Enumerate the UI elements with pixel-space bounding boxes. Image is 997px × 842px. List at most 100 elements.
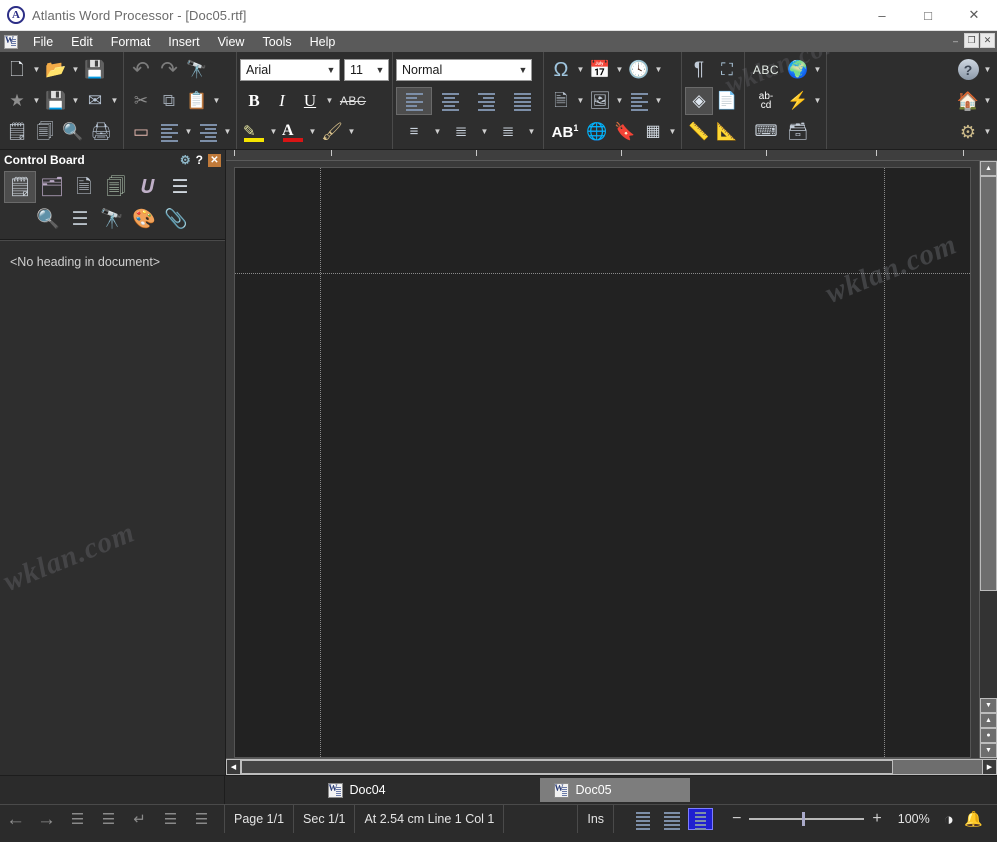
align-right-button[interactable] [468,87,504,115]
italic-button[interactable]: I [268,87,296,115]
redo-button[interactable]: ↷ [155,56,183,84]
page-view-button[interactable] [688,808,713,830]
tab-doc04[interactable]: Doc04 [314,778,464,802]
eraser-button[interactable]: ▭ [127,118,155,146]
mdi-minimize-button[interactable]: – [948,33,963,48]
minimize-button[interactable]: – [859,0,905,30]
web-view-button[interactable] [659,808,684,830]
insert-page-break-button[interactable]: 🗎 [547,87,575,115]
insert-hyperlink-button[interactable]: 🌐 [583,118,611,146]
status-position[interactable]: At 2.54 cm Line 1 Col 1 [355,805,504,833]
insert-picture-button[interactable]: 🖼 [586,87,614,115]
save-button[interactable]: 💾 [81,56,109,84]
keyboard-button[interactable]: ⌨ [748,118,784,146]
options-dropdown[interactable]: ▼ [982,118,993,146]
menu-file[interactable]: File [24,33,62,51]
clear-formatting-button[interactable] [194,118,222,146]
numbered-list-dropdown[interactable]: ▼ [479,118,490,146]
save-as-button[interactable]: 💾 [42,87,70,115]
word-count-button[interactable]: 🗃 [784,118,812,146]
numbered-list-button[interactable]: ≣ [443,118,479,146]
insert-table-dropdown[interactable]: ▼ [667,118,678,146]
status-insert-mode[interactable]: Ins [578,805,614,833]
format-brush-button[interactable]: 🖌 [318,118,346,146]
scroll-right-button[interactable]: ▶ [982,759,997,775]
home-page-dropdown[interactable]: ▼ [982,87,993,115]
bold-button[interactable]: B [240,87,268,115]
cb-lines-button[interactable]: ☰ [64,203,96,235]
help-icon[interactable]: ? [196,153,203,167]
horizontal-scrollbar[interactable]: ◀ ▶ [226,758,997,775]
vertical-scrollbar[interactable]: ▲ ▼ ▲ ● ▼ [979,161,997,758]
insert-symbol-dropdown[interactable]: ▼ [575,56,586,84]
scroll-down-button[interactable]: ▼ [980,698,997,713]
paste-dropdown[interactable]: ▼ [211,87,222,115]
menu-insert[interactable]: Insert [159,33,208,51]
power-type-button[interactable]: ⚡ [784,87,812,115]
document-page[interactable] [234,167,971,758]
underline-dropdown[interactable]: ▼ [324,87,335,115]
cb-find-button[interactable]: 🔭 [96,203,128,235]
space-after-icon[interactable]: ☰ [186,806,217,832]
format-paint-button[interactable] [155,118,183,146]
document-canvas[interactable]: wklan.com [226,161,979,758]
open-document-button[interactable]: 📂 [42,56,70,84]
space-before-icon[interactable]: ☰ [155,806,186,832]
email-dropdown[interactable]: ▼ [109,87,120,115]
paragraph-style-select[interactable]: Normal ▼ [396,59,532,81]
close-icon[interactable]: ✕ [208,152,221,168]
contrast-toggle[interactable]: ◑ [938,805,960,833]
zoom-in-button[interactable]: + [872,811,881,827]
font-family-select[interactable]: Arial ▼ [240,59,340,81]
cb-list-info-button[interactable]: ☰ [164,171,196,203]
zoom-slider-track[interactable] [749,818,864,820]
cb-document-map-button[interactable]: 🗒 [4,171,36,203]
options-button[interactable]: ⚙ [954,118,982,146]
new-document-button[interactable]: 🗋 [3,56,31,84]
menu-help[interactable]: Help [301,33,345,51]
open-document-dropdown[interactable]: ▼ [70,56,81,84]
favorites-button[interactable]: ★ [3,87,31,115]
autocorrect-button[interactable]: ab-cd [748,87,784,115]
insert-symbol-button[interactable]: Ω [547,56,575,84]
status-blank[interactable] [504,805,578,833]
favorites-dropdown[interactable]: ▼ [31,87,42,115]
new-document-dropdown[interactable]: ▼ [31,56,42,84]
browse-object-button[interactable]: ● [980,728,997,743]
insert-date-dropdown[interactable]: ▼ [614,56,625,84]
print-preview-button[interactable]: 🔍 [59,118,87,146]
align-justify-button[interactable] [504,87,540,115]
undo-button[interactable]: ↶ [127,56,155,84]
next-page-button[interactable]: ▼ [980,743,997,758]
insert-columns-button[interactable] [625,87,653,115]
insert-table-button[interactable]: ▦ [639,118,667,146]
horizontal-scroll-track[interactable] [241,759,982,775]
back-arrow-icon[interactable]: ← [0,806,31,832]
delete-paragraph-icon[interactable]: ☰ [62,806,93,832]
scroll-up-button[interactable]: ▲ [980,161,997,176]
spelling-button[interactable]: ABC [748,56,784,84]
page-layout-button[interactable]: 📄 [713,87,741,115]
close-button[interactable]: ✕ [951,0,997,30]
thesaurus-dropdown[interactable]: ▼ [812,56,823,84]
font-color-dropdown[interactable]: ▼ [307,118,318,146]
insert-footnote-button[interactable]: AB1 [547,118,583,146]
insert-time-dropdown[interactable]: ▼ [653,56,664,84]
cb-outline-button[interactable]: 🗎 [68,171,100,203]
highlight-button[interactable]: ✎ [240,118,268,146]
underline-button[interactable]: U [296,87,324,115]
alert-button[interactable]: 🔔 [960,805,991,833]
delete-line-icon[interactable]: ☰ [93,806,124,832]
menu-edit[interactable]: Edit [62,33,102,51]
clear-formatting-dropdown[interactable]: ▼ [222,118,233,146]
insert-columns-dropdown[interactable]: ▼ [653,87,664,115]
cb-formatting-button[interactable]: 🗐 [100,171,132,203]
previous-page-button[interactable]: ▲ [980,713,997,728]
align-left-button[interactable] [396,87,432,115]
align-center-button[interactable] [432,87,468,115]
settings-icon[interactable]: ⚙ [180,153,191,167]
thesaurus-button[interactable]: 🌍 [784,56,812,84]
multilevel-list-button[interactable]: ≣ [490,118,526,146]
insert-time-button[interactable]: 🕓 [625,56,653,84]
format-paint-dropdown[interactable]: ▼ [183,118,194,146]
